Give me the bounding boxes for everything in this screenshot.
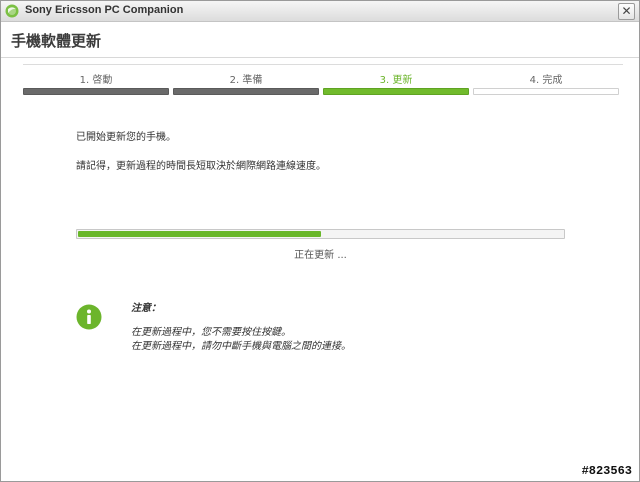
note-title: 注意： (131, 303, 161, 314)
sony-ericsson-logo-icon (5, 4, 19, 18)
step-2: 2. 準備 (173, 64, 319, 100)
info-icon (76, 304, 102, 330)
close-icon: ✕ (621, 4, 632, 18)
update-started-message: 已開始更新您的手機。 (76, 132, 176, 143)
connection-speed-message: 請記得，更新過程的時間長短取決於網際網路連線速度。 (76, 161, 326, 172)
update-progress-bar (76, 229, 565, 239)
step-bar (23, 88, 169, 95)
step-indicator: 1. 啓動 2. 準備 3. 更新 4. 完成 (23, 64, 623, 100)
step-label: 2. 準備 (229, 75, 263, 86)
note-line-1: 在更新過程中，您不需要按住按鍵。 (131, 327, 291, 338)
app-window: Sony Ericsson PC Companion ✕ 手機軟體更新 1. 啓… (0, 0, 640, 482)
watermark-text: #823563 (579, 464, 634, 478)
step-label: 1. 啓動 (79, 75, 113, 86)
step-label: 4. 完成 (529, 75, 563, 86)
step-bar (173, 88, 319, 95)
progress-status-text: 正在更新 ... (294, 250, 347, 261)
progress-fill (78, 231, 321, 237)
step-bar (473, 88, 619, 95)
step-label: 3. 更新 (379, 75, 413, 86)
page-title: 手機軟體更新 (11, 32, 102, 50)
step-1: 1. 啓動 (23, 64, 169, 100)
heading-divider (1, 57, 639, 58)
step-3: 3. 更新 (323, 64, 469, 100)
close-button[interactable]: ✕ (618, 3, 635, 20)
note-line-2: 在更新過程中，請勿中斷手機與電腦之間的連接。 (131, 341, 351, 352)
step-bar (323, 88, 469, 95)
window-title: Sony Ericsson PC Companion (25, 4, 184, 16)
step-4: 4. 完成 (473, 64, 619, 100)
title-bar: Sony Ericsson PC Companion ✕ (1, 1, 639, 22)
